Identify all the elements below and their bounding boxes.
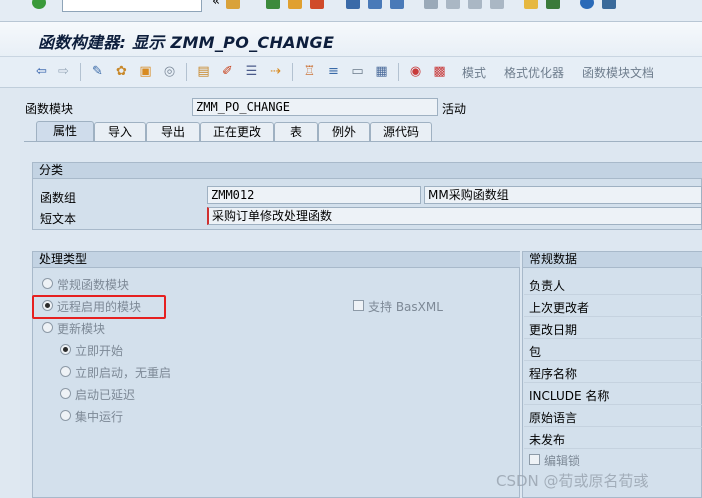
short-text-field[interactable]: 采购订单修改处理函数 bbox=[207, 207, 702, 225]
pretty-printer-button[interactable]: 格式优化器 bbox=[504, 64, 564, 81]
cancel-icon[interactable] bbox=[310, 0, 324, 9]
tab-export[interactable]: 导出 bbox=[146, 122, 200, 141]
system-toolbar: « bbox=[0, 0, 702, 22]
pattern-button[interactable]: 模式 bbox=[462, 64, 486, 81]
tab-import[interactable]: 导入 bbox=[94, 122, 146, 141]
display-change-icon[interactable]: ✎ bbox=[90, 64, 105, 79]
window-icon[interactable]: ▭ bbox=[350, 64, 365, 79]
highlight-box bbox=[32, 295, 166, 319]
check-icon[interactable]: ✿ bbox=[114, 64, 129, 79]
general-data-title: 常规数据 bbox=[523, 252, 702, 268]
tab-attributes[interactable]: 属性 bbox=[36, 121, 94, 142]
edit-lock-label: 编辑锁 bbox=[544, 454, 581, 468]
radio-normal-fm[interactable] bbox=[42, 278, 53, 289]
gd-include-name: INCLUDE 名称 bbox=[529, 389, 610, 403]
navigation-icon[interactable]: ⇢ bbox=[268, 64, 283, 79]
radio-immediate-no-restart[interactable] bbox=[60, 366, 71, 377]
find-next-icon[interactable] bbox=[390, 0, 404, 9]
activate-icon[interactable]: ▣ bbox=[138, 64, 153, 79]
update-module-text: 更新模块 bbox=[57, 322, 106, 336]
function-group-label: 函数组 bbox=[40, 191, 77, 205]
basxml-checkbox[interactable] bbox=[353, 300, 364, 311]
function-module-field[interactable]: ZMM_PO_CHANGE bbox=[192, 98, 438, 116]
tab-changing[interactable]: 正在更改 bbox=[200, 122, 274, 141]
next-page-icon[interactable] bbox=[468, 0, 482, 9]
forward-arrow-icon[interactable]: ⇨ bbox=[56, 64, 71, 79]
tab-tables[interactable]: 表 bbox=[274, 122, 318, 141]
basxml-label: 支持 BasXML bbox=[368, 300, 443, 314]
page-title: 函数构建器: 显示 ZMM_PO_CHANGE bbox=[38, 33, 335, 52]
print-icon[interactable] bbox=[346, 0, 360, 9]
command-field[interactable] bbox=[62, 0, 202, 12]
first-page-icon[interactable] bbox=[424, 0, 438, 9]
radio-start-delayed[interactable] bbox=[60, 388, 71, 399]
collective-run-label: 集中运行 bbox=[75, 410, 124, 424]
tab-source-code[interactable]: 源代码 bbox=[370, 122, 432, 141]
save-icon[interactable] bbox=[226, 0, 240, 9]
enter-check-icon[interactable] bbox=[32, 0, 46, 9]
test-icon[interactable]: ◎ bbox=[162, 64, 177, 79]
gd-program-name: 程序名称 bbox=[529, 367, 578, 381]
radio-collective-run[interactable] bbox=[60, 410, 71, 421]
edit-pencil-icon[interactable]: ✐ bbox=[220, 64, 235, 79]
documentation-icon[interactable]: ▦ bbox=[374, 64, 389, 79]
shortcut-icon[interactable] bbox=[546, 0, 560, 9]
new-session-icon[interactable] bbox=[524, 0, 538, 9]
start-delayed-label: 启动已延迟 bbox=[75, 388, 136, 402]
radio-start-immediately[interactable] bbox=[60, 344, 71, 355]
find-icon[interactable] bbox=[368, 0, 382, 9]
object-list-icon[interactable]: ☰ bbox=[244, 64, 259, 79]
short-text-label: 短文本 bbox=[40, 212, 77, 226]
stack-icon[interactable]: ≡ bbox=[326, 64, 341, 79]
radio-update-module[interactable] bbox=[42, 322, 53, 333]
gd-not-released: 未发布 bbox=[529, 433, 566, 447]
where-used-icon[interactable]: ▤ bbox=[196, 64, 211, 79]
last-page-icon[interactable] bbox=[490, 0, 504, 9]
tab-exceptions[interactable]: 例外 bbox=[318, 122, 370, 141]
processing-type-title: 处理类型 bbox=[33, 252, 520, 268]
normal-fm-label: 常规函数模块 bbox=[57, 278, 130, 292]
watermark: CSDN @荀或原名荀彧 bbox=[496, 472, 649, 490]
hierarchy-icon[interactable]: ♖ bbox=[302, 64, 317, 79]
gd-original-language: 原始语言 bbox=[529, 411, 578, 425]
function-module-label: 函数模块 bbox=[25, 102, 74, 116]
gd-package: 包 bbox=[529, 345, 542, 359]
function-group-field[interactable]: ZMM012 bbox=[207, 186, 421, 204]
start-immediately-label: 立即开始 bbox=[75, 344, 124, 358]
exit-icon[interactable] bbox=[288, 0, 302, 9]
gd-responsible: 负责人 bbox=[529, 279, 566, 293]
status-text: 活动 bbox=[442, 102, 467, 116]
gd-changed-on: 更改日期 bbox=[529, 323, 578, 337]
back-icon[interactable] bbox=[266, 0, 280, 9]
function-group-desc-field: MM采购函数组 bbox=[424, 186, 702, 204]
layout-menu-icon[interactable] bbox=[602, 0, 616, 9]
gd-last-changed-by: 上次更改者 bbox=[529, 301, 590, 315]
immediate-no-restart-label: 立即启动，无重启 bbox=[75, 366, 172, 380]
prev-page-icon[interactable] bbox=[446, 0, 460, 9]
pattern-icon[interactable]: ◉ bbox=[408, 64, 423, 79]
classification-title: 分类 bbox=[33, 163, 702, 179]
edit-lock-checkbox[interactable] bbox=[529, 454, 540, 465]
back-arrow-icon[interactable]: ⇦ bbox=[34, 64, 49, 79]
fm-documentation-button[interactable]: 函数模块文档 bbox=[582, 64, 654, 81]
pretty-printer-icon[interactable]: ▩ bbox=[432, 64, 447, 79]
double-chevron-icon[interactable]: « bbox=[212, 0, 220, 9]
help-icon[interactable] bbox=[580, 0, 594, 9]
